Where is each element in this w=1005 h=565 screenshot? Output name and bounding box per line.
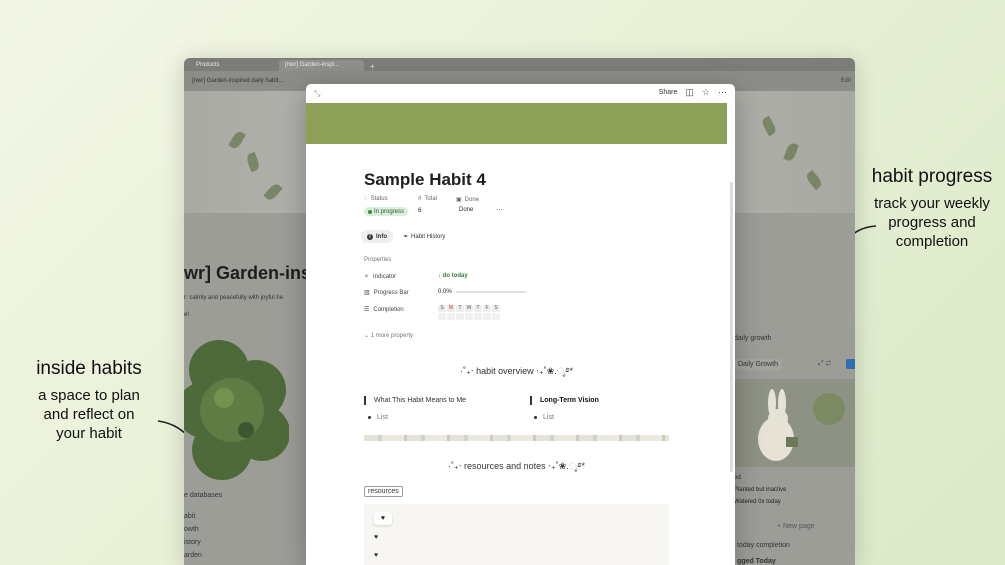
day-cell: F bbox=[483, 305, 491, 320]
resources-box: ♥ ♥ ♥ bbox=[364, 504, 669, 565]
list-icon: ☰ bbox=[364, 307, 370, 313]
more-properties-icon[interactable]: ⋯ bbox=[496, 206, 503, 214]
modal-toolbar: ⤡ Share ◫ ☆ ⋯ bbox=[306, 84, 735, 103]
list-item[interactable]: List bbox=[368, 414, 388, 421]
page-cover bbox=[306, 103, 727, 144]
more-options-icon[interactable]: ⋯ bbox=[718, 88, 727, 97]
history-icon: ❧ bbox=[403, 234, 409, 240]
edit-button[interactable]: Edit bbox=[841, 78, 851, 84]
rabbit-card-image[interactable] bbox=[734, 379, 855, 467]
annotation-desc: a space to plan and reflect on your habi… bbox=[38, 387, 140, 442]
day-cell: W bbox=[465, 305, 473, 320]
annotation-inside-habits: inside habits a space to plan and reflec… bbox=[28, 357, 150, 443]
annotation-habit-progress: habit progress track your weekly progres… bbox=[866, 165, 998, 251]
new-tab-icon[interactable]: + bbox=[370, 62, 375, 71]
database-link[interactable]: abit bbox=[184, 510, 202, 523]
completion-property: ☰ Completion bbox=[364, 306, 404, 314]
list-item[interactable]: List bbox=[534, 414, 554, 421]
done-button[interactable]: Done bbox=[455, 206, 477, 214]
day-cell: S bbox=[438, 305, 446, 320]
star-icon[interactable]: ☆ bbox=[702, 88, 710, 97]
heart-icon: ♥ bbox=[374, 534, 379, 541]
card-text: ed Planted but inactive Watered 0x today bbox=[734, 475, 787, 505]
database-link[interactable]: istory bbox=[184, 536, 202, 549]
lock-icon: ▣ bbox=[456, 197, 462, 203]
page-title: Sample Habit 4 bbox=[364, 170, 486, 189]
annotation-desc: track your weekly progress and completio… bbox=[874, 195, 990, 250]
day-cell: M bbox=[447, 305, 455, 320]
page-subtitle: r: calmly and peacefully with joyful he bbox=[184, 295, 284, 301]
progress-bar bbox=[456, 291, 526, 293]
resources-heading: ·˚₊‧ resources and notes ‧₊˚❀.ೃ࿔* bbox=[447, 461, 586, 471]
completion-days: S M T W T F S bbox=[438, 305, 500, 320]
column-heading: Long-Term Vision bbox=[530, 396, 599, 405]
new-page-button[interactable]: + New page bbox=[777, 523, 815, 530]
garden-flower-image bbox=[184, 340, 289, 480]
info-icon: i bbox=[367, 233, 373, 240]
habit-page-modal: ⤡ Share ◫ ☆ ⋯ Sample Habit 4 ◌ Status # … bbox=[306, 84, 735, 565]
tab-bar: Products [nwr] Garden-inspi... + bbox=[184, 58, 855, 71]
column-heading: What This Habit Means to Me bbox=[364, 396, 466, 405]
page-title: wr] Garden-ins bbox=[184, 263, 312, 283]
today-completion-label: today completion bbox=[737, 542, 790, 549]
indicator-value[interactable]: ↓ do today bbox=[438, 273, 468, 279]
chart-icon: ▥ bbox=[364, 290, 370, 296]
view-chip[interactable]: Daily Growth bbox=[734, 359, 783, 370]
chevron-down-icon: ⌄ bbox=[364, 333, 370, 339]
done-header: ▣ Done bbox=[456, 196, 480, 204]
annotation-title: inside habits bbox=[36, 358, 142, 379]
scrollbar[interactable] bbox=[730, 182, 733, 472]
number-icon: # bbox=[418, 196, 422, 202]
databases-label: e databases bbox=[184, 492, 223, 499]
page-tabs: i Info ❧ Habit History bbox=[361, 230, 451, 243]
page-subtitle: e! bbox=[184, 312, 190, 318]
day-cell: T bbox=[456, 305, 464, 320]
database-list: abit owth istory arden bbox=[184, 510, 202, 562]
total-value: 6 bbox=[418, 208, 422, 214]
day-cell: S bbox=[492, 305, 500, 320]
expand-icon[interactable]: ⤡ bbox=[314, 89, 320, 99]
habit-overview-heading: ·˚₊‧ habit overview ‧₊˚❀.ೃ࿔* bbox=[459, 366, 574, 376]
status-header: ◌ Status bbox=[364, 196, 388, 202]
annotation-title: habit progress bbox=[871, 166, 993, 187]
database-link[interactable]: arden bbox=[184, 549, 202, 562]
heart-icon[interactable]: ♥ bbox=[374, 512, 392, 525]
breadcrumb[interactable]: [nwr] Garden-inspired daily habit... bbox=[192, 78, 283, 84]
view-actions-icon[interactable]: ⤢ ⇄ bbox=[818, 360, 831, 368]
tab-habit-history[interactable]: ❧ Habit History bbox=[397, 230, 451, 243]
status-icon: ◌ bbox=[364, 196, 368, 202]
heart-icon: ♥ bbox=[374, 552, 379, 559]
more-property-toggle[interactable]: ⌄ 1 more property bbox=[364, 332, 413, 339]
decorative-divider bbox=[364, 435, 669, 441]
new-button[interactable] bbox=[846, 359, 855, 369]
day-cell: T bbox=[474, 305, 482, 320]
indicator-property: ✧ Indicator bbox=[364, 273, 397, 281]
side-peek-icon[interactable]: ◫ bbox=[685, 88, 694, 97]
browser-tab-active[interactable]: [nwr] Garden-inspi... bbox=[279, 60, 364, 71]
resources-tag[interactable]: resources bbox=[364, 486, 403, 497]
total-header: # Total bbox=[418, 196, 438, 202]
logged-today-label: gged Today bbox=[737, 558, 776, 565]
sparkle-icon: ✧ bbox=[364, 274, 370, 280]
tab-info[interactable]: i Info bbox=[361, 230, 393, 243]
progress-value: 0.0% bbox=[438, 289, 452, 295]
status-badge[interactable]: In progress bbox=[364, 207, 409, 216]
daily-growth-label: daily growth bbox=[734, 335, 772, 342]
database-link[interactable]: owth bbox=[184, 523, 202, 536]
browser-tab[interactable]: Products bbox=[190, 60, 275, 71]
properties-label: Properties bbox=[364, 257, 392, 263]
share-button[interactable]: Share bbox=[659, 89, 678, 96]
progress-property: ▥ Progress Bar bbox=[364, 289, 409, 297]
